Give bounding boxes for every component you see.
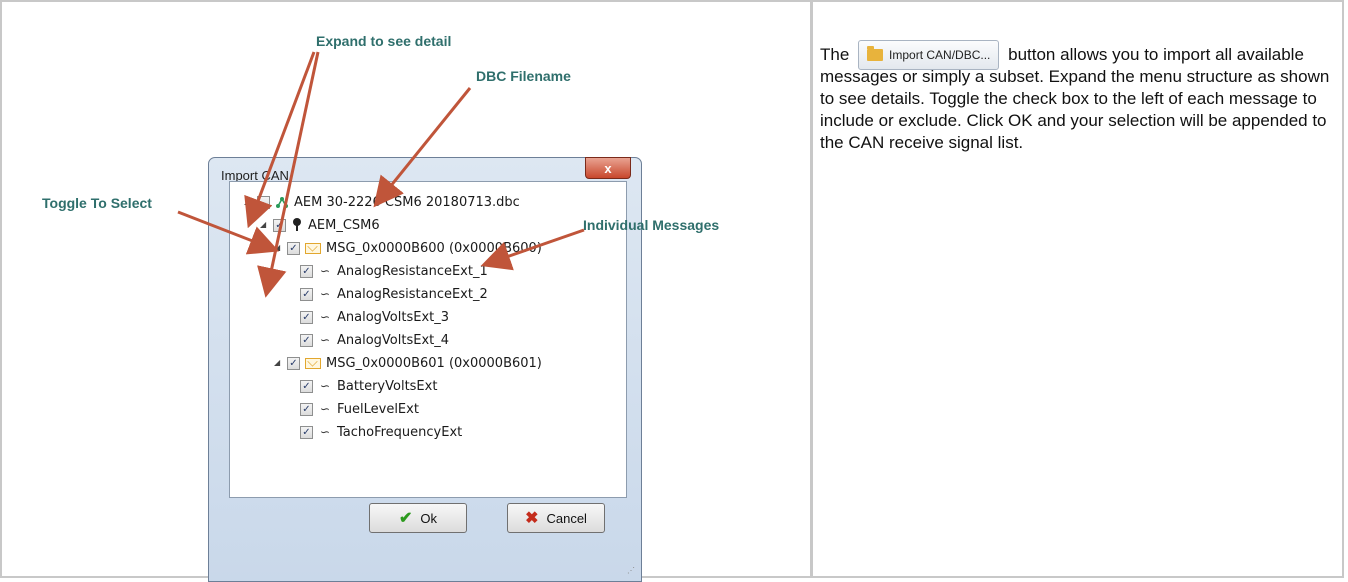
signal-checkbox[interactable]: ✓: [300, 402, 313, 416]
signal-icon: ∽: [319, 310, 331, 324]
signal-checkbox[interactable]: ✓: [300, 379, 313, 393]
tree-row-message[interactable]: ◢ ✓ MSG_0x0000B600 (0x0000B600): [274, 238, 542, 258]
close-button[interactable]: x: [585, 157, 631, 179]
ok-button[interactable]: ✔ Ok: [369, 503, 467, 533]
import-can-dbc-button[interactable]: Import CAN/DBC...: [858, 40, 1000, 70]
tree-row-signal[interactable]: ✓ ∽ BatteryVoltsExt: [300, 376, 437, 396]
expand-triangle-icon[interactable]: ◢: [260, 221, 268, 229]
description-text: The Import CAN/DBC... button allows you …: [820, 36, 1330, 154]
message-checkbox[interactable]: ✓: [287, 241, 300, 255]
tree-row-dbc-file[interactable]: ◢ ✓ AEM 30-2226 CSM6 20180713.dbc: [244, 192, 520, 212]
signal-checkbox[interactable]: ✓: [300, 425, 313, 439]
signal-icon: ∽: [319, 287, 331, 301]
table-divider: [810, 0, 813, 578]
cancel-label: Cancel: [546, 510, 587, 526]
tree-row-message[interactable]: ◢ ✓ MSG_0x0000B601 (0x0000B601): [274, 353, 542, 373]
annotation-dbc-filename: DBC Filename: [476, 68, 571, 84]
network-icon: [276, 197, 288, 208]
ok-label: Ok: [420, 510, 438, 526]
tree-row-signal[interactable]: ✓ ∽ AnalogResistanceExt_1: [300, 261, 488, 281]
tree-label: MSG_0x0000B601 (0x0000B601): [326, 355, 542, 371]
envelope-icon: [305, 357, 321, 369]
tree-label: AnalogVoltsExt_3: [337, 309, 450, 325]
signal-icon: ∽: [319, 264, 331, 278]
message-tree: ◢ ✓ AEM 30-2226 CSM6 20180713.dbc ◢ ✓ AE…: [229, 181, 627, 498]
description-prefix: The: [820, 45, 850, 64]
tree-label: AnalogResistanceExt_1: [337, 263, 488, 279]
envelope-icon: [305, 242, 321, 254]
signal-checkbox[interactable]: ✓: [300, 333, 313, 347]
annotation-toggle: Toggle To Select: [42, 195, 152, 211]
signal-checkbox[interactable]: ✓: [300, 310, 313, 324]
message-checkbox[interactable]: ✓: [287, 356, 300, 370]
resize-grip-icon[interactable]: ⋰: [627, 567, 637, 577]
signal-checkbox[interactable]: ✓: [300, 287, 313, 301]
tree-label: MSG_0x0000B600 (0x0000B600): [326, 240, 542, 256]
signal-icon: ∽: [319, 402, 331, 416]
annotation-expand: Expand to see detail: [316, 33, 452, 49]
tree-label: FuelLevelExt: [337, 401, 419, 417]
tree-row-node[interactable]: ◢ ✓ AEM_CSM6: [260, 215, 380, 235]
tree-label: BatteryVoltsExt: [337, 378, 438, 394]
tree-row-signal[interactable]: ✓ ∽ AnalogResistanceExt_2: [300, 284, 488, 304]
signal-icon: ∽: [319, 333, 331, 347]
close-x-icon: ✖: [525, 510, 539, 527]
tree-row-signal[interactable]: ✓ ∽ AnalogVoltsExt_4: [300, 330, 449, 350]
import-can-dialog: Import CAN x ◢ ✓ AEM 30-2226 CSM6 201807…: [208, 157, 642, 582]
tree-label: AnalogVoltsExt_4: [337, 332, 450, 348]
node-checkbox[interactable]: ✓: [273, 218, 286, 232]
dbc-checkbox[interactable]: ✓: [257, 195, 270, 209]
tree-label: TachoFrequencyExt: [337, 424, 463, 440]
tree-row-signal[interactable]: ✓ ∽ TachoFrequencyExt: [300, 422, 462, 442]
signal-checkbox[interactable]: ✓: [300, 264, 313, 278]
tree-label: AnalogResistanceExt_2: [337, 286, 488, 302]
folder-icon: [867, 46, 884, 61]
signal-icon: ∽: [319, 379, 331, 393]
expand-triangle-icon[interactable]: ◢: [244, 198, 252, 206]
expand-triangle-icon[interactable]: ◢: [274, 244, 282, 252]
checkmark-icon: ✔: [398, 510, 413, 527]
annotation-individual: Individual Messages: [583, 217, 720, 233]
cancel-button[interactable]: ✖ Cancel: [507, 503, 605, 533]
signal-icon: ∽: [319, 425, 331, 439]
import-button-label: Import CAN/DBC...: [889, 48, 991, 62]
tree-label: AEM 30-2226 CSM6 20180713.dbc: [294, 194, 520, 210]
tree-label: AEM_CSM6: [308, 217, 380, 233]
tree-row-signal[interactable]: ✓ ∽ AnalogVoltsExt_3: [300, 307, 449, 327]
tree-row-signal[interactable]: ✓ ∽ FuelLevelExt: [300, 399, 419, 419]
expand-triangle-icon[interactable]: ◢: [274, 359, 282, 367]
node-icon: [291, 218, 303, 232]
